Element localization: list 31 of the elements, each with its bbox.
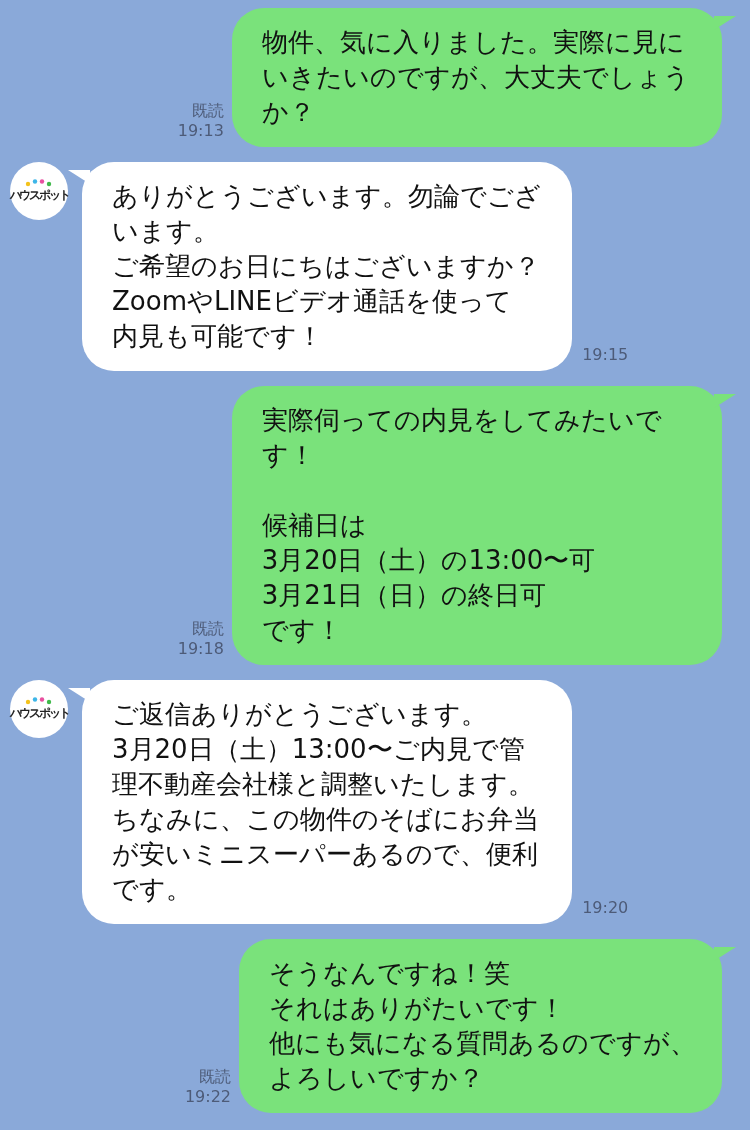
time-label: 19:15 xyxy=(582,345,629,365)
read-label: 既読 xyxy=(199,1067,231,1087)
message-text: 候補日は xyxy=(261,509,368,542)
message-text: 内見も可能です！ xyxy=(112,320,324,353)
message-text: そうなんですね！笑 xyxy=(269,957,511,990)
message-text: ちなみに、この物件のそばにお弁当が安いミニスーパーあるので、便利です。 xyxy=(112,803,540,906)
dots-icon xyxy=(24,178,54,187)
message-text: 物件、気に入りました。実際に見にいきたいのですが、大丈夫でしょうか？ xyxy=(261,26,691,129)
message-text: それはありがたいです！ xyxy=(269,992,566,1025)
message-text: 実際伺っての内見をしてみたいです！ xyxy=(261,404,663,472)
time-label: 19:22 xyxy=(184,1087,231,1107)
message-text: 3月20日（土）13:00〜ご内見で管理不動産会社様と調整いたします。 xyxy=(112,733,535,801)
time-label: 19:20 xyxy=(582,898,629,918)
avatar[interactable]: ハウスポット xyxy=(10,680,68,738)
message-text: ご返信ありがとうございます。 xyxy=(112,698,488,731)
message-text: ありがとうございます。勿論でございます。 xyxy=(112,180,542,248)
message-text: 3月21日（日）の終日可 xyxy=(261,579,548,612)
message-text: ZoomやLINEビデオ通話を使って xyxy=(112,285,513,318)
message-text: 他にも気になる質問あるのですが、 xyxy=(269,1027,696,1060)
dots-icon xyxy=(24,696,54,705)
time-label: 19:18 xyxy=(177,639,224,659)
time-label: 19:13 xyxy=(177,121,224,141)
message-text: 3月20日（土）の13:00〜可 xyxy=(261,544,597,577)
logo-text: ハウスポット xyxy=(9,186,69,204)
message-text: よろしいですか？ xyxy=(269,1062,485,1095)
message-text: です！ xyxy=(261,614,343,647)
read-label: 既読 xyxy=(191,101,224,121)
read-label: 既読 xyxy=(191,619,224,639)
avatar[interactable]: ハウスポット xyxy=(10,162,68,220)
logo-text: ハウスポット xyxy=(9,704,69,722)
message-text: ご希望のお日にちはございますか？ xyxy=(112,250,541,283)
